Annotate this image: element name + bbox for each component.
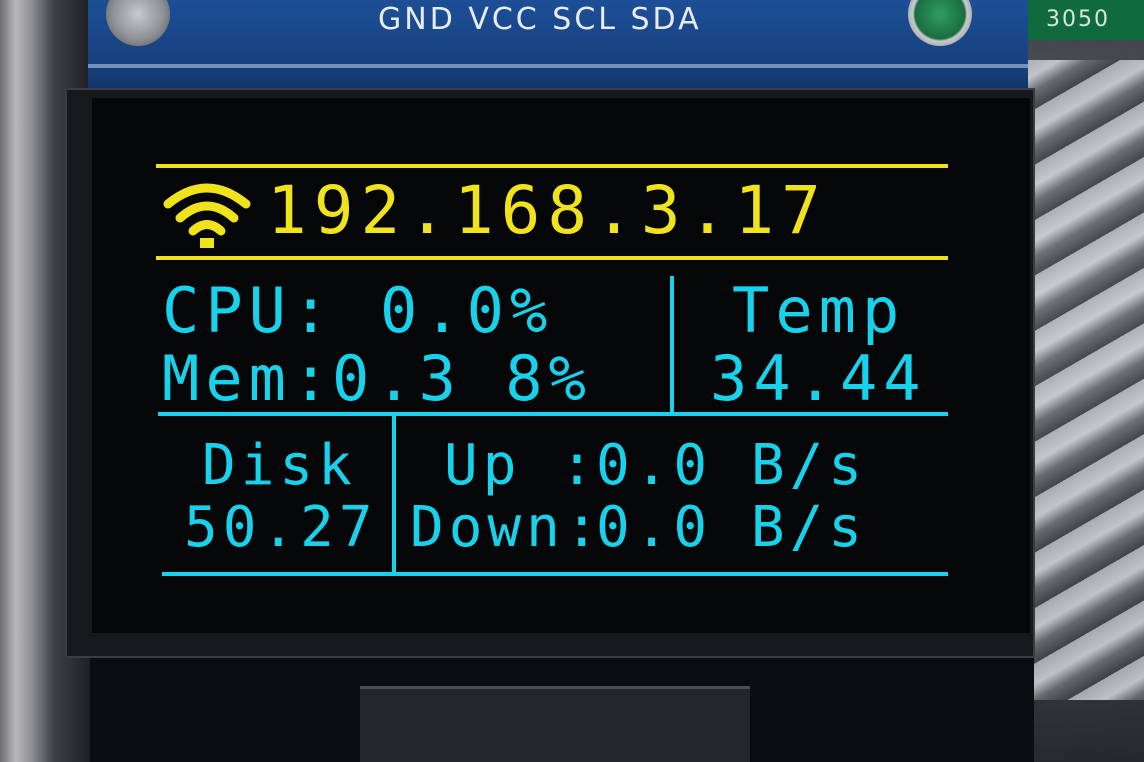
divider-temp (670, 276, 674, 414)
mount-hole-left (106, 0, 170, 46)
temp-value: 34.44 (710, 342, 927, 415)
header-bottom-rule (156, 256, 948, 260)
disk-value: 50.27 (184, 495, 378, 560)
flex-ribbon (90, 658, 1034, 762)
heatsink (1024, 60, 1144, 700)
wifi-icon (163, 183, 251, 248)
chip-marking: 3050 (1026, 0, 1144, 40)
cpu-value: 0.0% (380, 274, 554, 347)
mem-value: 0.3 8% (332, 342, 592, 415)
header-top-rule (156, 164, 948, 168)
download-label: Down: (410, 495, 604, 560)
mem-label: Mem: (162, 342, 336, 415)
download-value: 0.0 B/s (596, 495, 868, 560)
mount-hole-right (908, 0, 972, 46)
cpu-label: CPU: (162, 274, 336, 347)
upload-label: Up : (444, 433, 599, 498)
photo-scene: 3050 GND VCC SCL SDA 192.168.3.17 CPU: 0… (0, 0, 1144, 762)
temp-label: Temp (732, 274, 906, 347)
pcb-trace (88, 64, 1028, 68)
bottom-rule (162, 572, 948, 576)
oled-pcb-header: GND VCC SCL SDA (88, 0, 1028, 100)
ip-address: 192.168.3.17 (267, 172, 828, 249)
disk-label: Disk (202, 433, 357, 498)
upload-value: 0.0 B/s (596, 433, 868, 498)
oled-screen: 192.168.3.17 CPU: 0.0% Mem: 0.3 8% Temp … (92, 98, 1030, 633)
divider-disk (392, 416, 396, 574)
pin-labels: GND VCC SCL SDA (378, 2, 702, 37)
middle-rule (158, 412, 948, 416)
